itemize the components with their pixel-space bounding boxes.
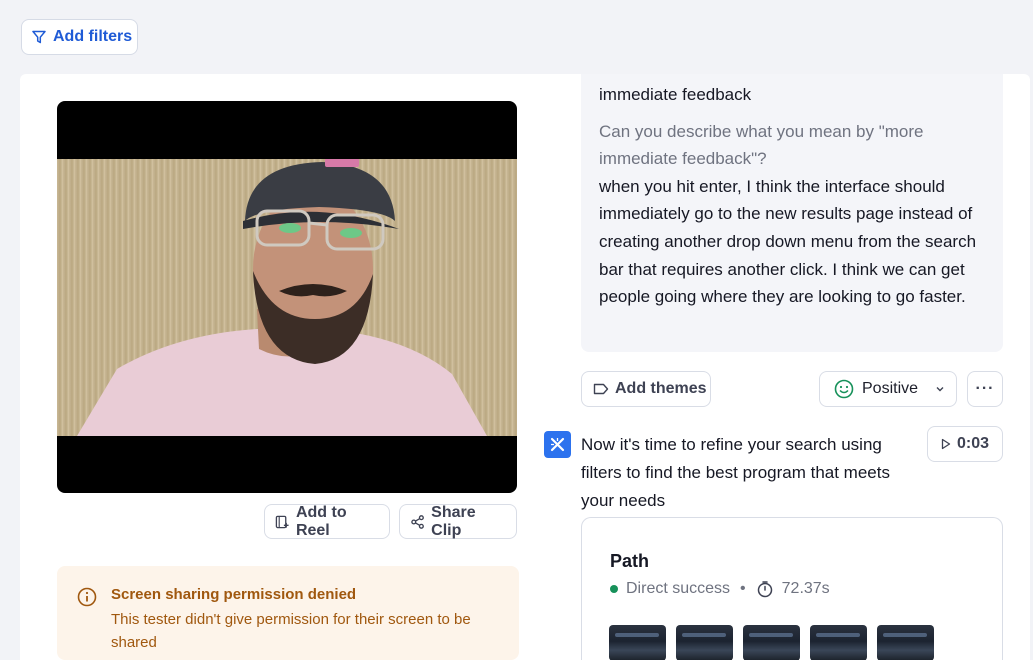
path-meta: Direct success • 72.37s — [610, 580, 1002, 598]
success-status-dot — [610, 585, 618, 593]
screen-share-warning: Screen sharing permission denied This te… — [57, 566, 519, 660]
tester-video-image — [77, 159, 487, 436]
info-icon — [77, 587, 97, 607]
followup-question: Can you describe what you mean by "more … — [599, 121, 924, 169]
video-frame — [57, 159, 517, 436]
share-clip-label: Share Clip — [431, 503, 476, 539]
warning-body: This tester didn't give permission for t… — [111, 611, 471, 651]
path-screenshot-thumbnail[interactable] — [810, 625, 867, 660]
path-title: Path — [610, 551, 650, 571]
sentiment-label: Positive — [862, 380, 919, 397]
path-card[interactable]: Path Direct success • 72.37s — [581, 517, 1003, 660]
share-clip-button[interactable]: Share Clip — [399, 504, 517, 539]
add-themes-label: Add themes — [615, 380, 707, 397]
add-themes-button[interactable]: Add themes — [581, 371, 711, 407]
path-screenshots — [609, 625, 934, 660]
more-options-icon: ··· — [975, 380, 995, 397]
chevron-down-icon — [936, 387, 944, 392]
path-screenshot-thumbnail[interactable] — [743, 625, 800, 660]
tag-icon — [593, 383, 609, 395]
sentiment-select[interactable]: Positive — [819, 371, 957, 407]
add-to-reel-icon — [275, 515, 289, 528]
stopwatch-icon — [757, 581, 772, 598]
path-screenshot-thumbnail[interactable] — [877, 625, 934, 660]
play-icon — [941, 438, 951, 450]
task-cross-icon — [544, 431, 571, 458]
path-status: Direct success — [626, 580, 731, 597]
path-screenshot-thumbnail[interactable] — [676, 625, 733, 660]
add-to-reel-button[interactable]: Add to Reel — [264, 504, 390, 539]
smiley-icon — [834, 379, 854, 399]
response-transcript: immediate feedback Can you describe what… — [581, 74, 1003, 352]
tester-answer: when you hit enter, I think the interfac… — [599, 176, 977, 307]
video-player[interactable] — [57, 101, 517, 493]
timestamp-label: 0:03 — [957, 435, 990, 452]
path-duration: 72.37s — [781, 580, 830, 597]
previous-answer-tail: immediate feedback — [599, 85, 752, 104]
filter-icon — [32, 30, 46, 44]
warning-title: Screen sharing permission denied — [111, 586, 357, 603]
path-screenshot-thumbnail[interactable] — [609, 625, 666, 660]
more-options-button[interactable]: ··· — [967, 371, 1003, 407]
add-to-reel-label: Add to Reel — [295, 503, 347, 539]
play-timestamp-button[interactable]: 0:03 — [927, 426, 1003, 462]
meta-separator: • — [740, 580, 746, 597]
add-filters-label: Add filters — [53, 28, 133, 45]
add-filters-button[interactable]: Add filters — [21, 19, 138, 55]
task-prompt: Now it's time to refine your search usin… — [581, 435, 890, 510]
share-icon — [411, 514, 424, 529]
